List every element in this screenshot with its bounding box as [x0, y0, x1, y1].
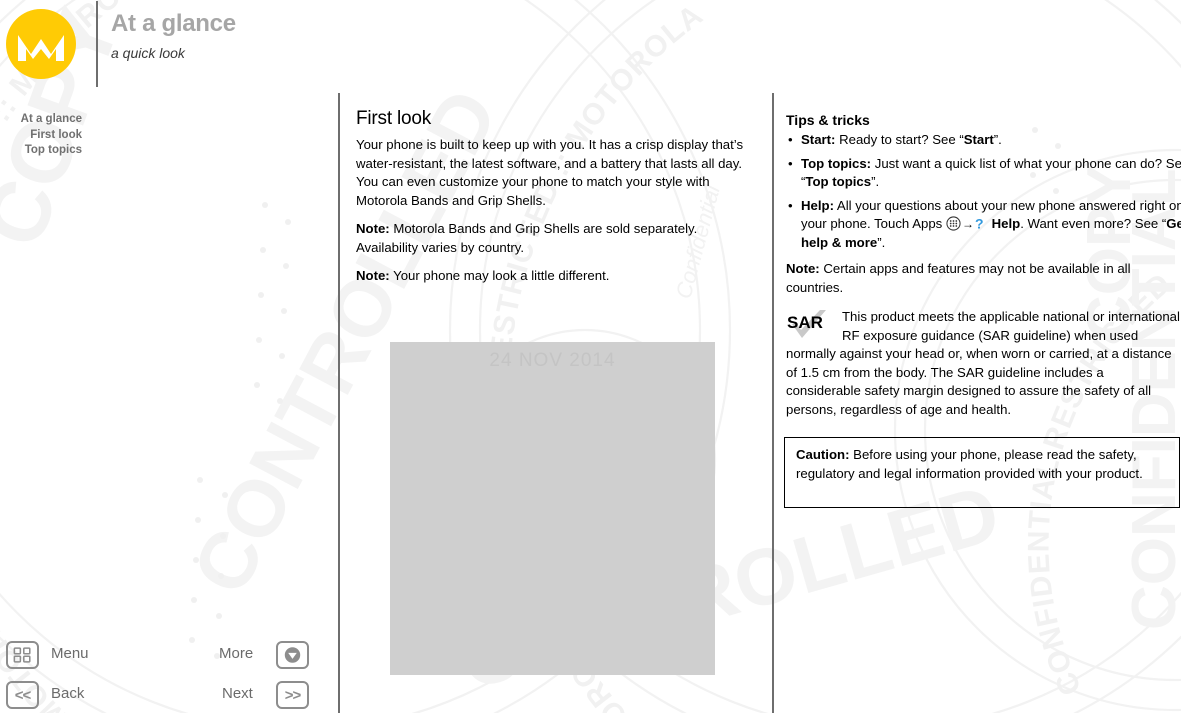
menu-button[interactable]: [6, 641, 39, 669]
back-label[interactable]: Back: [51, 685, 84, 702]
table-of-contents: At a glance First look Top topics: [0, 112, 82, 159]
caution-box: Caution: Before using your phone, please…: [784, 437, 1180, 508]
note-label: Note:: [786, 261, 820, 276]
manual-page: At a glance a quick look At a glance Fir…: [0, 0, 1181, 713]
more-label[interactable]: More: [219, 645, 253, 662]
help-question-mark-icon: ?: [975, 216, 984, 231]
svg-text:?: ?: [975, 216, 984, 231]
column-divider-right: [772, 93, 774, 713]
column-divider-left: [338, 93, 340, 713]
tips-note: Note: Certain apps and features may not …: [786, 260, 1181, 297]
tip-label-help: Help:: [801, 197, 834, 213]
main-content-column: First look Your phone is built to keep u…: [356, 108, 756, 286]
note-text: Motorola Bands and Grip Shells are sold …: [356, 221, 698, 255]
grid-menu-icon: [13, 647, 31, 663]
intro-paragraph: Your phone is built to keep up with you.…: [356, 137, 744, 208]
note-text: Your phone may look a little different.: [389, 268, 610, 283]
note-label: Note:: [356, 268, 390, 283]
note-paragraph-2: Note: Your phone may look a little diffe…: [356, 267, 756, 286]
list-item: Start: Ready to start? See “Start”.: [786, 131, 1181, 150]
tips-and-tricks-column: Tips & tricks Start: Ready to start? See…: [786, 112, 1181, 297]
back-button[interactable]: <<: [6, 681, 39, 709]
double-left-chevron-icon: <<: [14, 686, 32, 704]
page-header: At a glance a quick look: [0, 0, 1181, 90]
arrow-right-icon: →: [961, 217, 974, 231]
tip-label-start: Start:: [801, 132, 836, 147]
tip-crossref[interactable]: Start: [964, 132, 994, 147]
help-app-name[interactable]: Help: [992, 216, 1021, 231]
next-button[interactable]: >>: [276, 681, 309, 709]
nav-row-back-next: << Back Next >>: [0, 681, 320, 715]
sidebar-item-top-topics[interactable]: Top topics: [0, 143, 82, 159]
note-paragraph-1: Note: Motorola Bands and Grip Shells are…: [356, 220, 756, 257]
sar-checkmark-icon: SAR: [787, 310, 826, 338]
list-item: Top topics: Just want a quick list of wh…: [786, 155, 1181, 192]
tip-crossref[interactable]: Top topics: [805, 174, 871, 189]
page-title: At a glance: [111, 10, 236, 37]
down-arrow-circle-icon: [284, 647, 301, 663]
tip-text-end: ”.: [993, 132, 1002, 147]
nav-row-menu-more: Menu More: [0, 641, 320, 675]
sidebar-item-at-a-glance[interactable]: At a glance: [0, 112, 82, 128]
tips-heading: Tips & tricks: [786, 112, 870, 128]
tip-text-end: ”.: [871, 174, 880, 189]
page-subtitle: a quick look: [111, 45, 185, 61]
motorola-batwing-logo: [6, 9, 76, 79]
list-item: Help: All your questions about your new …: [786, 197, 1181, 253]
tip-text: Ready to start? See “: [835, 132, 964, 147]
sidebar-item-first-look[interactable]: First look: [0, 128, 82, 144]
header-divider: [96, 1, 98, 87]
tip-text-mid: . Want even more? See “: [1020, 216, 1167, 231]
sar-text: This product meets the applicable nation…: [786, 309, 1180, 417]
note-text: Certain apps and features may not be ava…: [786, 261, 1131, 295]
figure-date-watermark: 24 NOV 2014: [489, 350, 616, 371]
svg-text:SAR: SAR: [787, 313, 823, 332]
double-right-chevron-icon: >>: [284, 686, 302, 704]
tips-list: Start: Ready to start? See “Start”. Top …: [786, 131, 1181, 252]
next-label[interactable]: Next: [222, 685, 253, 702]
tip-label-top-topics: Top topics:: [801, 155, 872, 171]
note-label: Note:: [356, 221, 390, 236]
menu-label[interactable]: Menu: [51, 645, 89, 662]
phone-illustration-placeholder: 24 NOV 2014: [390, 342, 715, 675]
tip-text-end: ”.: [877, 234, 886, 250]
sar-statement: SAR This product meets the applicable na…: [786, 308, 1180, 419]
section-heading-first-look: First look: [356, 108, 432, 129]
bottom-navigation-bar: Menu More << Back Next >>: [0, 636, 338, 713]
caution-label: Caution:: [796, 447, 850, 462]
apps-grid-icon: [946, 216, 961, 231]
more-button[interactable]: [276, 641, 309, 669]
